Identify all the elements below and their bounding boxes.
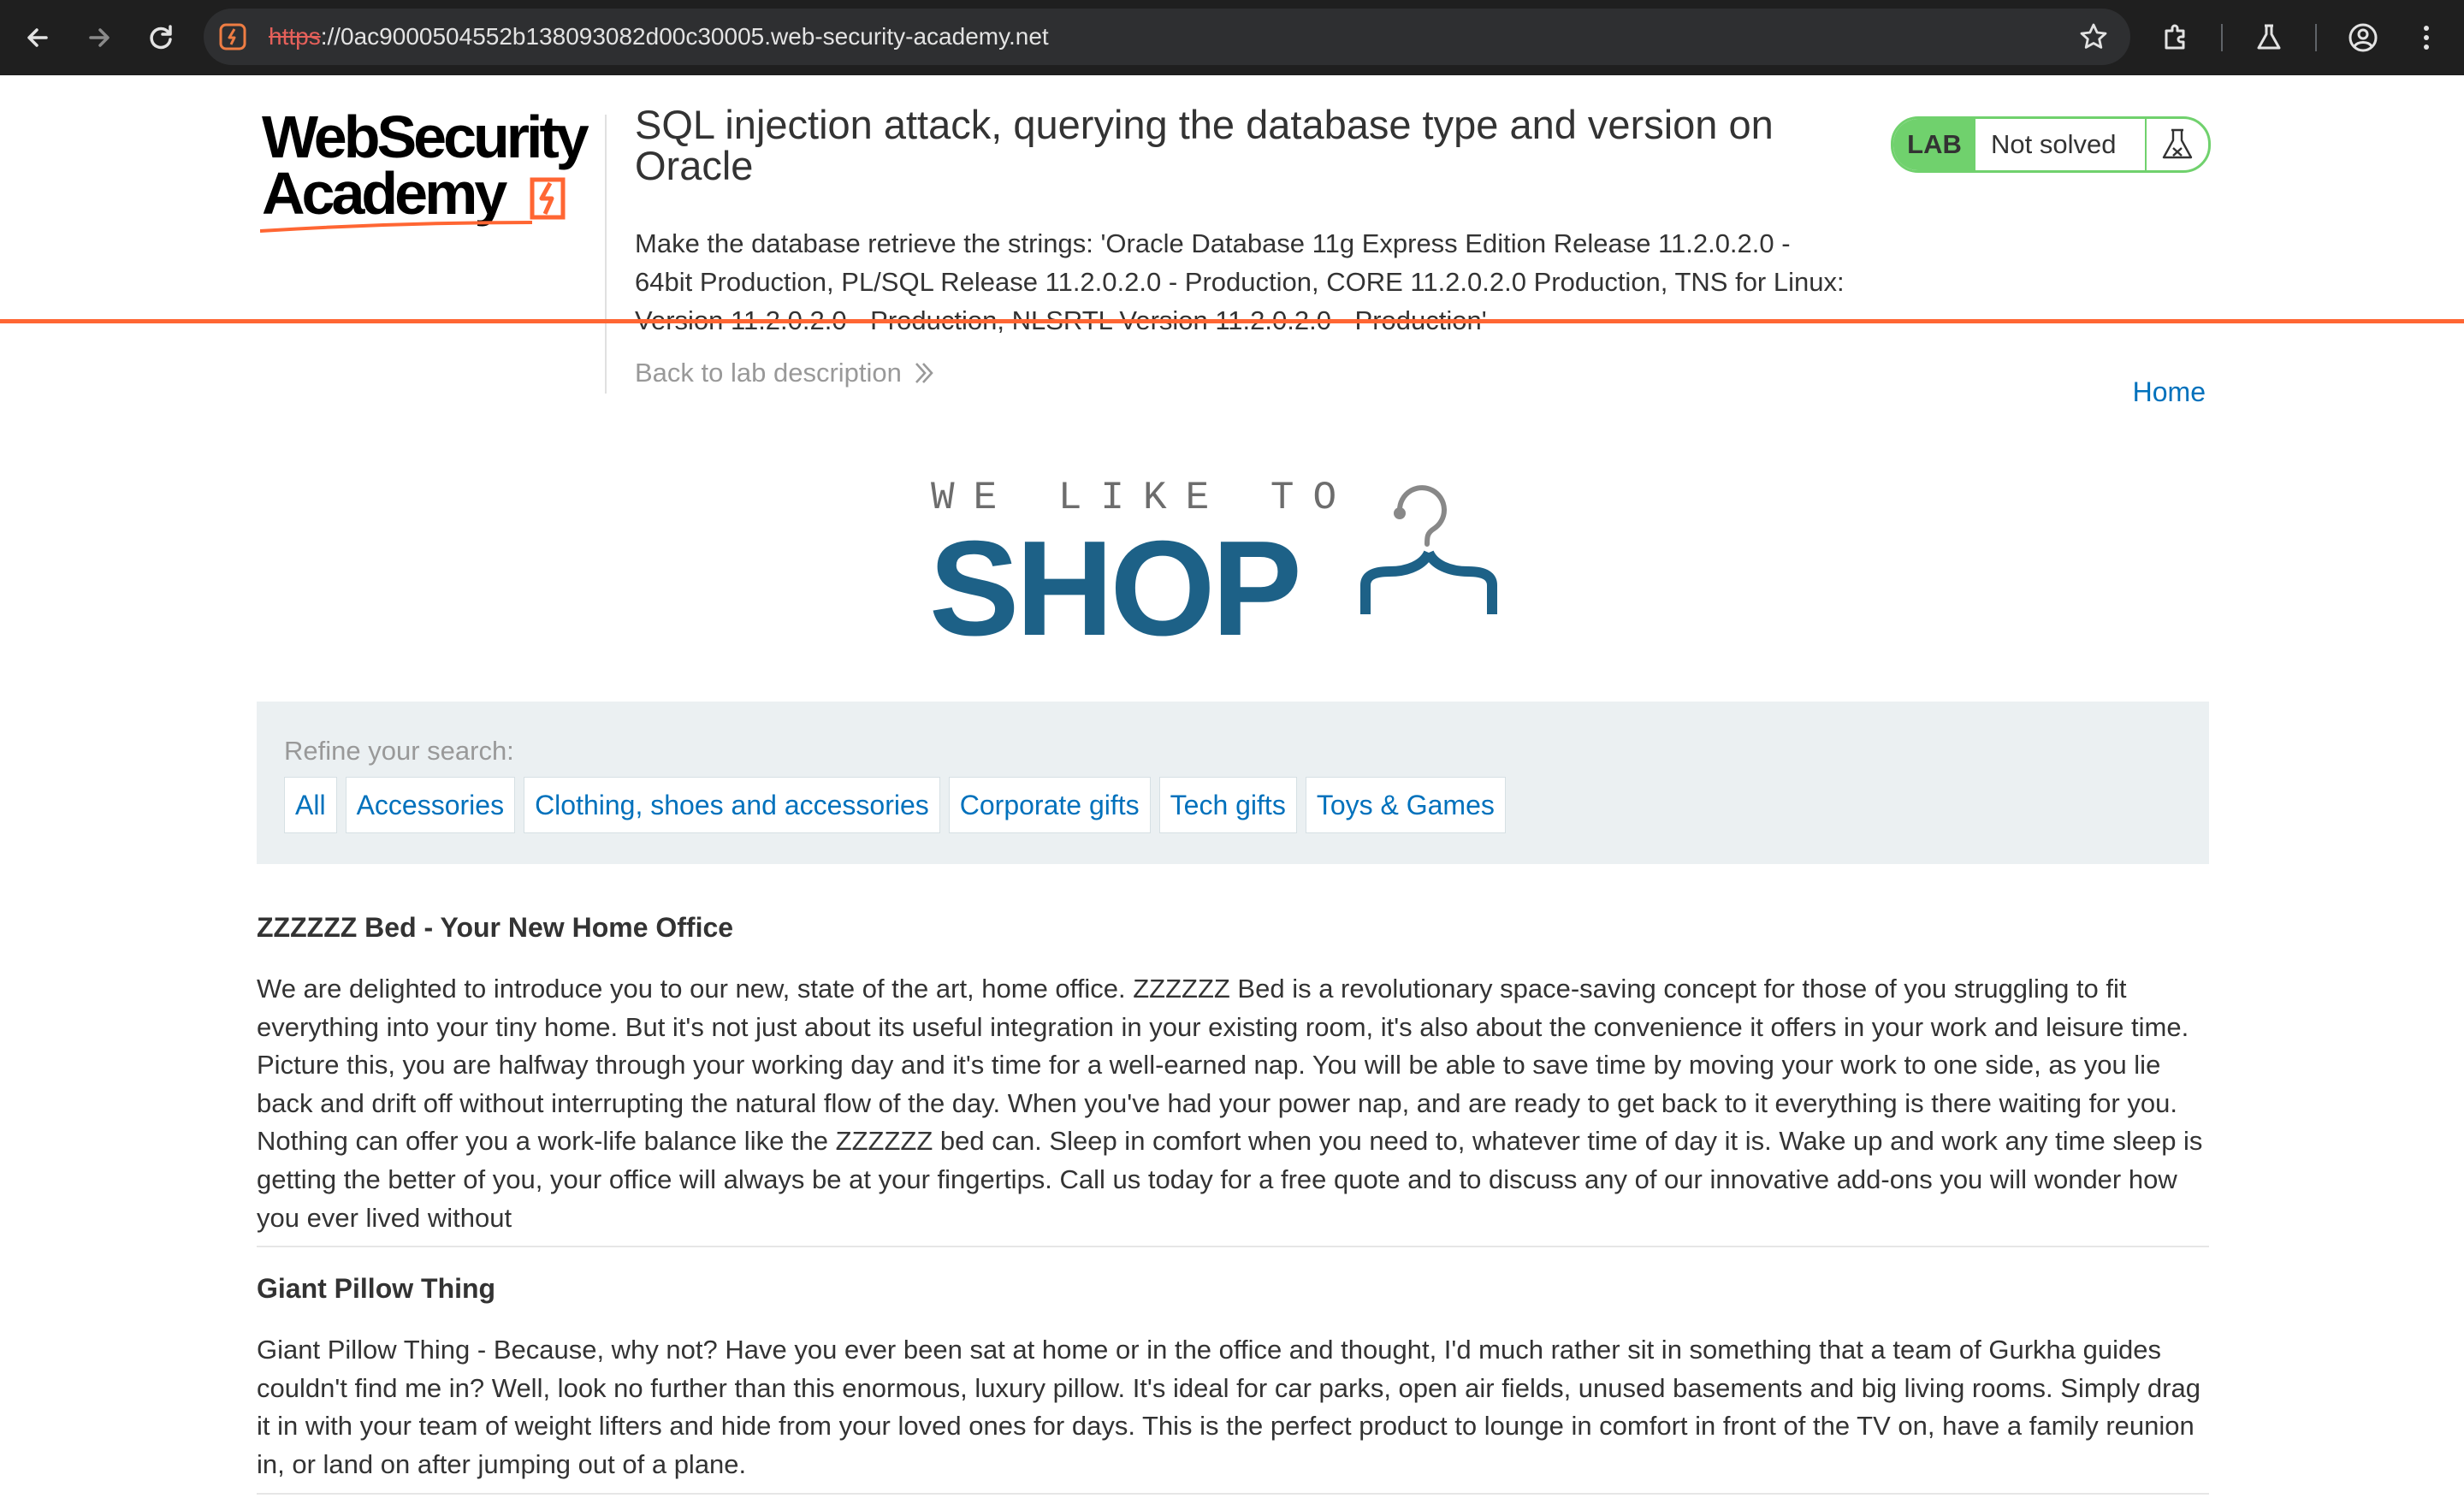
category-corporate-gifts[interactable]: Corporate gifts [948,777,1151,833]
url-host: ://0ac9000504552b138093082d00c30005.web-… [320,23,1049,50]
academy-logo[interactable]: WebSecurity Academy [259,104,602,238]
lab-flask-icon [2145,119,2208,170]
home-link[interactable]: Home [2133,376,2206,408]
shop-logo-main: SHOP [929,513,1299,640]
bookmark-star-icon[interactable] [2079,22,2108,51]
category-toys-games[interactable]: Toys & Games [1305,777,1506,833]
forward-arrow-icon[interactable] [80,19,118,56]
site-info-icon[interactable] [219,23,246,50]
labs-flask-icon[interactable] [2250,19,2288,56]
category-tech-gifts[interactable]: Tech gifts [1158,777,1297,833]
browser-toolbar: https://0ac9000504552b138093082d00c30005… [0,0,2464,75]
toolbar-separator [2315,24,2317,51]
category-all[interactable]: All [284,777,337,833]
profile-icon[interactable] [2344,19,2382,56]
double-chevron-right-icon [915,363,933,383]
lab-title: SQL injection attack, querying the datab… [635,102,1774,188]
header-rule [0,319,2464,323]
url-text[interactable]: https://0ac9000504552b138093082d00c30005… [269,9,1049,65]
product-name: Giant Pillow Thing [257,1273,496,1305]
product-description: Giant Pillow Thing - Because, why not? H… [257,1335,2200,1479]
product-item: Giant Pillow Thing Giant Pillow Thing - … [257,1263,2209,1495]
extensions-icon[interactable] [2158,19,2195,56]
product-item: ZZZZZZ Bed - Your New Home Office We are… [257,902,2209,1248]
refine-label: Refine your search: [284,736,514,766]
back-link-label: Back to lab description [635,358,902,388]
shop-logo[interactable]: WE LIKE TO SHOP [929,469,1537,664]
category-accessories[interactable]: Accessories [345,777,516,833]
toolbar-separator [2221,24,2223,51]
academy-logo-line2: Academy [262,160,507,227]
lab-state: Not solved [1991,129,2117,159]
product-name: ZZZZZZ Bed - Your New Home Office [257,912,734,943]
lab-badge: LAB [1893,119,1975,170]
lab-status-widget: LAB Not solved [1891,116,2211,173]
reload-icon[interactable] [142,19,180,56]
category-filter: Refine your search: All Accessories Clot… [257,702,2209,864]
menu-kebab-icon[interactable] [2408,19,2445,56]
back-arrow-icon[interactable] [19,19,56,56]
url-protocol: https [269,23,321,50]
category-list: All Accessories Clothing, shoes and acce… [284,777,1506,833]
product-description: We are delighted to introduce you to our… [257,974,2203,1233]
back-to-lab-link[interactable]: Back to lab description [635,358,934,388]
product-list: ZZZZZZ Bed - Your New Home Office We are… [257,902,2209,1510]
category-clothing[interactable]: Clothing, shoes and accessories [524,777,940,833]
header-divider [605,115,607,394]
address-bar[interactable]: https://0ac9000504552b138093082d00c30005… [204,9,2130,65]
